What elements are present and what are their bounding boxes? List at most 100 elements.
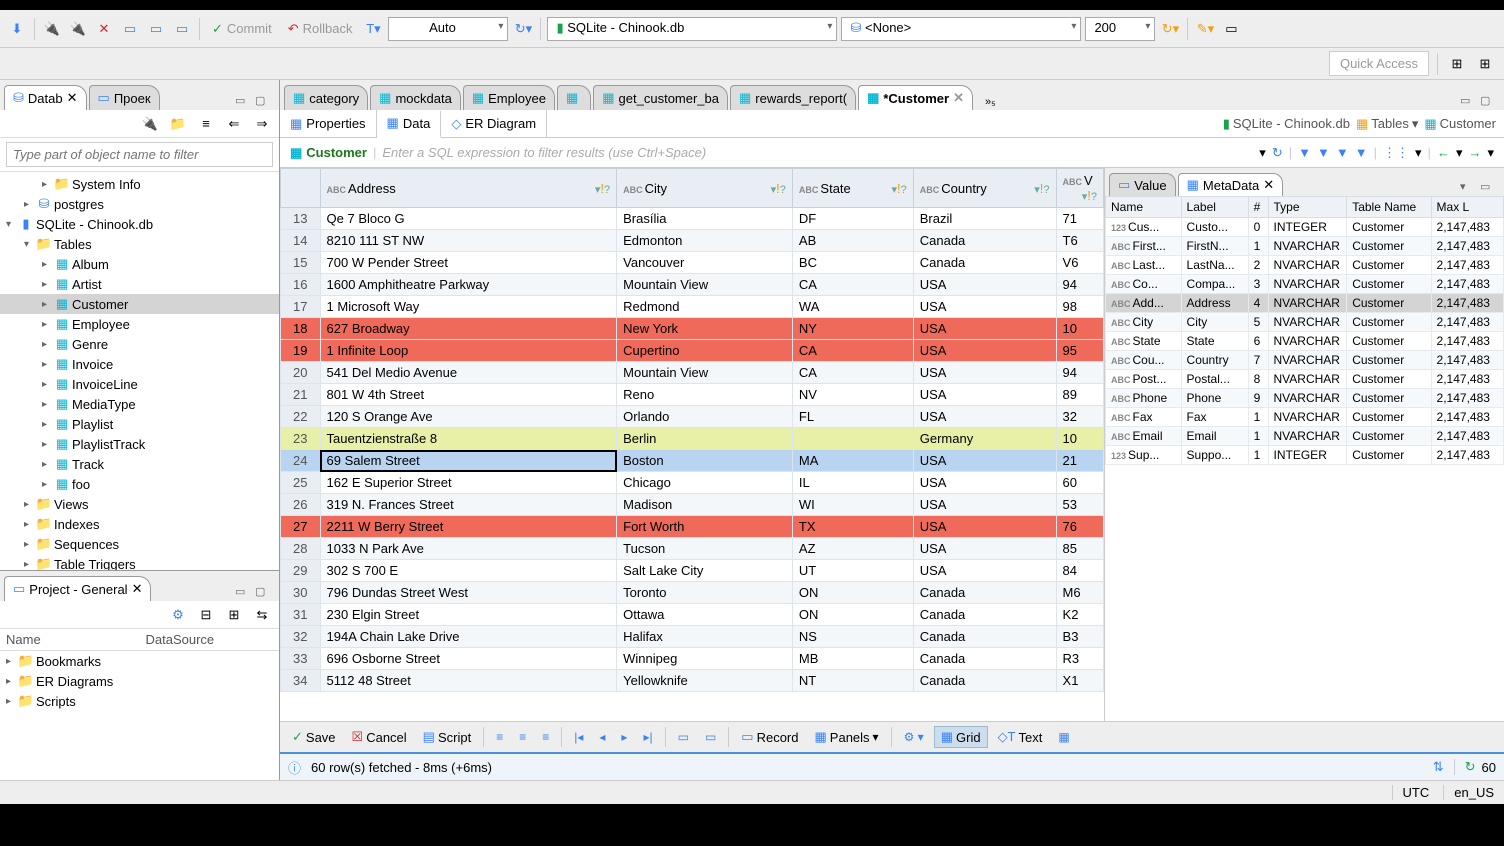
- text-button[interactable]: ◇TText: [992, 727, 1049, 747]
- table-row[interactable]: 161600 Amphitheatre ParkwayMountain View…: [281, 274, 1104, 296]
- align2-icon[interactable]: ≡: [513, 728, 532, 746]
- filter-4-icon[interactable]: ▼: [1355, 145, 1368, 161]
- minimize-icon[interactable]: ▭: [1460, 94, 1476, 110]
- tree-item-system-info[interactable]: ▸📁System Info: [0, 174, 279, 194]
- dup-row-icon[interactable]: ▭: [699, 728, 722, 746]
- tree-item-genre[interactable]: ▸▦Genre: [0, 334, 279, 354]
- filter-expression-input[interactable]: Enter a SQL expression to filter results…: [376, 145, 1253, 160]
- editor-tab--sqlite-chino[interactable]: ▦: [557, 85, 591, 110]
- close-icon[interactable]: ✕: [67, 90, 78, 106]
- table-row[interactable]: 171 Microsoft WayRedmondWAUSA98: [281, 296, 1104, 318]
- table-row[interactable]: 29302 S 700 ESalt Lake CityUTUSA84: [281, 560, 1104, 582]
- grid-button[interactable]: ▦Grid: [934, 726, 988, 748]
- table-row[interactable]: 20541 Del Medio AvenueMountain ViewCAUSA…: [281, 362, 1104, 384]
- tree-item-views[interactable]: ▸📁Views: [0, 494, 279, 514]
- meta-row[interactable]: ABCPost...Postal...8NVARCHARCustomer2,14…: [1106, 370, 1504, 389]
- record-button[interactable]: ▭Record: [735, 727, 804, 747]
- editor-tab--customer[interactable]: ▦*Customer ✕: [858, 85, 973, 110]
- maximize-icon[interactable]: ▢: [1480, 94, 1496, 110]
- tree-item-album[interactable]: ▸▦Album: [0, 254, 279, 274]
- nav-last-icon[interactable]: ▸|: [637, 728, 658, 746]
- editor-tab-rewards-report-[interactable]: ▦rewards_report(: [730, 85, 856, 110]
- overflow-tabs-icon[interactable]: »₅: [979, 94, 1002, 110]
- new-connection-icon[interactable]: ⬇: [6, 18, 28, 40]
- meta-row[interactable]: ABCAdd...Address4NVARCHARCustomer2,147,4…: [1106, 294, 1504, 313]
- config-icon[interactable]: ⚙ ▾: [898, 728, 930, 746]
- table-row[interactable]: 22120 S Orange AveOrlandoFLUSA32: [281, 406, 1104, 428]
- proj-expand-icon[interactable]: ⊞: [223, 604, 245, 626]
- breadcrumb-tables[interactable]: ▦Tables ▾: [1356, 116, 1418, 132]
- filter-1-icon[interactable]: ▼: [1298, 145, 1311, 161]
- proj-settings-icon[interactable]: ⚙: [167, 604, 189, 626]
- panels-button[interactable]: ▦Panels ▾: [809, 727, 885, 747]
- align1-icon[interactable]: ≡: [490, 728, 509, 746]
- menu-icon[interactable]: ▭: [1220, 18, 1242, 40]
- filter-2-icon[interactable]: ▼: [1317, 145, 1330, 161]
- tab-properties[interactable]: ▦Properties: [280, 110, 377, 137]
- sql-icon[interactable]: ▭: [119, 18, 141, 40]
- tab-database-navigator[interactable]: ⛁Datab ✕: [4, 85, 87, 110]
- minimize-icon[interactable]: ▭: [235, 585, 251, 601]
- column-state[interactable]: ABCState▾!?: [792, 169, 913, 208]
- filter-dropdown-icon[interactable]: ▾: [1259, 145, 1266, 161]
- tree-item-playlisttrack[interactable]: ▸▦PlaylistTrack: [0, 434, 279, 454]
- table-row[interactable]: 21801 W 4th StreetRenoNVUSA89: [281, 384, 1104, 406]
- stop-icon[interactable]: ✎▾: [1194, 18, 1216, 40]
- table-row[interactable]: 2469 Salem StreetBostonMAUSA21: [281, 450, 1104, 472]
- tree-item-sqlite-chinook-db[interactable]: ▾▮SQLite - Chinook.db: [0, 214, 279, 234]
- close-icon[interactable]: ✕: [1263, 177, 1274, 193]
- project-item-bookmarks[interactable]: ▸📁Bookmarks: [0, 651, 279, 671]
- table-row[interactable]: 25162 E Superior StreetChicagoILUSA60: [281, 472, 1104, 494]
- table-row[interactable]: 345112 48 StreetYellowknifeNTCanadaX1: [281, 670, 1104, 692]
- nav-folder-icon[interactable]: 📁: [167, 113, 189, 135]
- tab-value[interactable]: ▭Value: [1109, 173, 1176, 196]
- tree-item-postgres[interactable]: ▸⛁postgres: [0, 194, 279, 214]
- tree-item-table-triggers[interactable]: ▸📁Table Triggers: [0, 554, 279, 570]
- tree-item-indexes[interactable]: ▸📁Indexes: [0, 514, 279, 534]
- tree-item-customer[interactable]: ▸▦Customer: [0, 294, 279, 314]
- table-row[interactable]: 31230 Elgin StreetOttawaONCanadaK2: [281, 604, 1104, 626]
- limit-input[interactable]: 200: [1085, 17, 1155, 41]
- connection-combo[interactable]: ▮ SQLite - Chinook.db: [547, 17, 837, 41]
- table-row[interactable]: 13Qe 7 Bloco GBrasíliaDFBrazil71: [281, 208, 1104, 230]
- meta-row[interactable]: 123Sup...Suppo...1INTEGERCustomer2,147,4…: [1106, 446, 1504, 465]
- tree-item-playlist[interactable]: ▸▦Playlist: [0, 414, 279, 434]
- tree-item-artist[interactable]: ▸▦Artist: [0, 274, 279, 294]
- proj-collapse-icon[interactable]: ⊟: [195, 604, 217, 626]
- tree-item-foo[interactable]: ▸▦foo: [0, 474, 279, 494]
- close-icon[interactable]: ✕: [953, 90, 964, 106]
- tree-item-tables[interactable]: ▾📁Tables: [0, 234, 279, 254]
- nav-connect-icon[interactable]: 🔌: [139, 113, 161, 135]
- sql2-icon[interactable]: ▭: [145, 18, 167, 40]
- tree-item-track[interactable]: ▸▦Track: [0, 454, 279, 474]
- meta-row[interactable]: ABCFirst...FirstN...1NVARCHARCustomer2,1…: [1106, 237, 1504, 256]
- table-row[interactable]: 33696 Osborne StreetWinnipegMBCanadaR3: [281, 648, 1104, 670]
- meta-row[interactable]: ABCEmailEmail1NVARCHARCustomer2,147,483: [1106, 427, 1504, 446]
- table-row[interactable]: 191 Infinite LoopCupertinoCAUSA95: [281, 340, 1104, 362]
- meta-row[interactable]: ABCFaxFax1NVARCHARCustomer2,147,483: [1106, 408, 1504, 427]
- proj-link-icon[interactable]: ⇆: [251, 604, 273, 626]
- filter-3-icon[interactable]: ▼: [1336, 145, 1349, 161]
- scroll-mode-icon[interactable]: ⋮⋮: [1383, 145, 1409, 161]
- nav-next-icon[interactable]: ▸: [615, 728, 633, 746]
- maximize-icon[interactable]: ▢: [255, 585, 271, 601]
- refresh-count-icon[interactable]: ↻: [1465, 759, 1476, 775]
- perspective-other-icon[interactable]: ⊞: [1474, 53, 1496, 75]
- commit-button[interactable]: ✓Commit: [206, 19, 278, 39]
- breadcrumb-db[interactable]: ▮SQLite - Chinook.db: [1223, 116, 1350, 132]
- nav-back-icon[interactable]: ⇐: [223, 113, 245, 135]
- breadcrumb-customer[interactable]: ▦Customer: [1424, 116, 1496, 132]
- disconnect-icon[interactable]: ✕: [93, 18, 115, 40]
- maximize-icon[interactable]: ▢: [255, 94, 271, 110]
- save-button[interactable]: ✓Save: [286, 727, 342, 747]
- project-item-er-diagrams[interactable]: ▸📁ER Diagrams: [0, 671, 279, 691]
- editor-tab-get-customer-ba[interactable]: ▦get_customer_ba: [593, 85, 728, 110]
- quick-access-input[interactable]: Quick Access: [1329, 51, 1429, 76]
- nav-first-icon[interactable]: |◂: [568, 728, 589, 746]
- connect2-icon[interactable]: 🔌: [67, 18, 89, 40]
- tab-metadata[interactable]: ▦MetaData ✕: [1178, 173, 1284, 196]
- panel-min-icon[interactable]: ▭: [1480, 180, 1496, 196]
- auto-combo[interactable]: Auto: [388, 17, 508, 41]
- tree-item-invoice[interactable]: ▸▦Invoice: [0, 354, 279, 374]
- script-button[interactable]: ▤Script: [417, 727, 478, 747]
